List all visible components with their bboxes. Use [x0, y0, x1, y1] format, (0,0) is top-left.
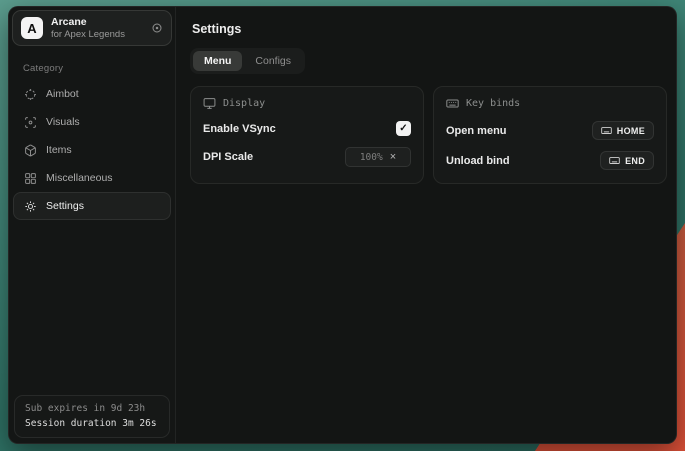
dpi-scale-value: 100%	[360, 152, 383, 163]
sidebar-item-label: Aimbot	[46, 88, 79, 100]
settings-cards: Display Enable VSync ✓ DPI Scale 100% ×	[190, 86, 667, 184]
sidebar-item-miscellaneous[interactable]: Miscellaneous	[13, 164, 171, 192]
sidebar-item-label: Miscellaneous	[46, 172, 113, 184]
sidebar-nav: Aimbot Visuals Items	[9, 80, 175, 220]
setting-row-open-menu: Open menu HOME	[446, 121, 654, 140]
setting-label: Enable VSync	[203, 123, 276, 135]
setting-row-dpi-scale: DPI Scale 100% ×	[203, 147, 411, 167]
display-card-title: Display	[223, 98, 265, 109]
display-card: Display Enable VSync ✓ DPI Scale 100% ×	[190, 86, 424, 184]
avatar: A	[21, 17, 43, 39]
gear-icon	[24, 200, 37, 213]
sidebar-item-label: Visuals	[46, 116, 80, 128]
open-menu-keybind-button[interactable]: HOME	[592, 121, 654, 140]
brand-card: A Arcane for Apex Legends	[12, 10, 172, 46]
setting-label: DPI Scale	[203, 151, 253, 163]
keybind-value: HOME	[617, 126, 645, 136]
tab-configs[interactable]: Configs	[244, 51, 302, 71]
scan-eye-icon	[24, 116, 37, 129]
session-card: Sub expires in 9d 23h Session duration 3…	[14, 395, 170, 438]
dpi-scale-input[interactable]: 100% ×	[345, 147, 411, 167]
setting-row-vsync: Enable VSync ✓	[203, 121, 411, 136]
vsync-checkbox[interactable]: ✓	[396, 121, 411, 136]
sub-expiry-text: Sub expires in 9d 23h	[25, 403, 159, 414]
unload-keybind-button[interactable]: END	[600, 151, 654, 170]
sidebar-item-label: Items	[46, 144, 72, 156]
crosshair-icon	[24, 88, 37, 101]
keyboard-icon	[446, 97, 459, 110]
brand-subtitle: for Apex Legends	[51, 29, 143, 40]
setting-label: Unload bind	[446, 155, 510, 167]
brand-text: Arcane for Apex Legends	[51, 16, 143, 40]
brand-title: Arcane	[51, 16, 143, 28]
tab-menu[interactable]: Menu	[193, 51, 242, 71]
sidebar-item-aimbot[interactable]: Aimbot	[13, 80, 171, 108]
monitor-icon	[203, 97, 216, 110]
keybind-value: END	[625, 156, 645, 166]
package-icon	[24, 144, 37, 157]
sidebar-footer: Sub expires in 9d 23h Session duration 3…	[9, 395, 175, 443]
sidebar: A Arcane for Apex Legends Category	[9, 7, 176, 443]
keyboard-icon	[601, 125, 612, 136]
setting-label: Open menu	[446, 125, 507, 137]
sidebar-item-settings[interactable]: Settings	[13, 192, 171, 220]
clear-icon[interactable]: ×	[390, 152, 396, 163]
app-window: A Arcane for Apex Legends Category	[8, 6, 677, 444]
setting-row-unload-bind: Unload bind END	[446, 151, 654, 170]
session-duration-text: Session duration 3m 26s	[25, 418, 159, 429]
main-panel: Settings Menu Configs Display	[176, 7, 677, 443]
keyboard-icon	[609, 155, 620, 166]
keybinds-card-header: Key binds	[446, 97, 654, 110]
sidebar-item-label: Settings	[46, 200, 84, 212]
category-label: Category	[23, 63, 175, 74]
page-title: Settings	[192, 22, 667, 36]
keybinds-card: Key binds Open menu HOME	[433, 86, 667, 184]
sidebar-item-items[interactable]: Items	[13, 136, 171, 164]
sidebar-item-visuals[interactable]: Visuals	[13, 108, 171, 136]
display-card-header: Display	[203, 97, 411, 110]
target-icon[interactable]	[151, 22, 163, 34]
grid-icon	[24, 172, 37, 185]
tabbar: Menu Configs	[190, 48, 305, 74]
keybinds-card-title: Key binds	[466, 98, 520, 109]
